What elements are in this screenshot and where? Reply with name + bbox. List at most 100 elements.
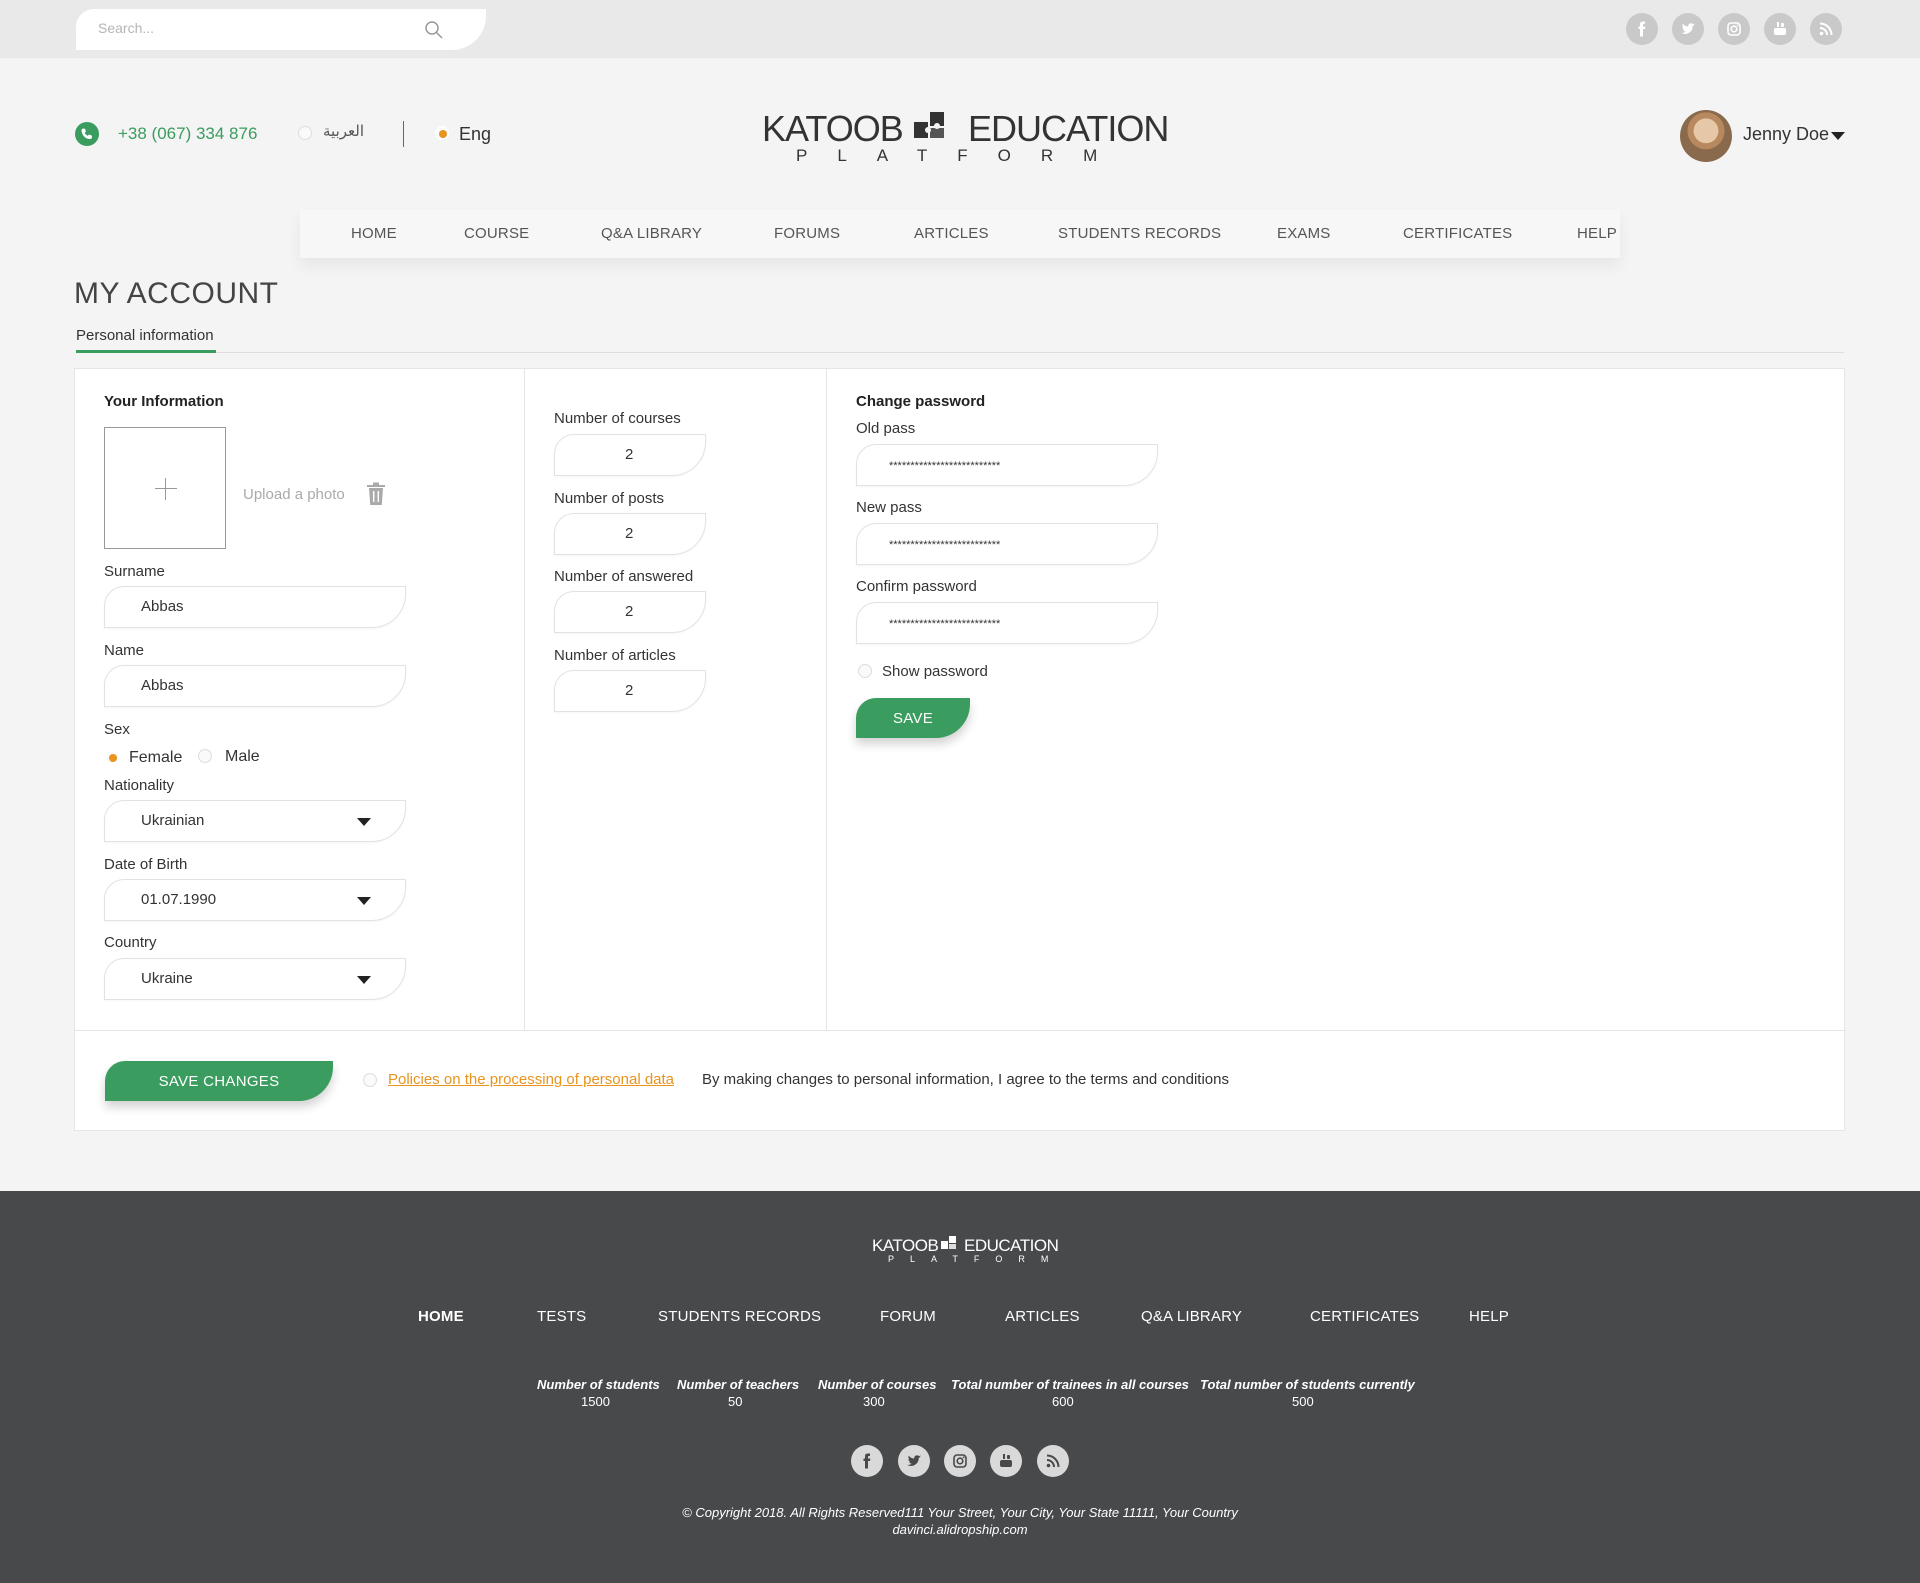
twitter-icon[interactable] xyxy=(898,1445,930,1477)
change-password-heading: Change password xyxy=(856,393,986,410)
your-information-heading: Your Information xyxy=(104,393,224,410)
footer-nav-certificates[interactable]: CERTIFICATES xyxy=(1310,1308,1419,1325)
column-divider xyxy=(826,368,827,1030)
courses-count-label: Number of courses xyxy=(554,410,681,427)
nav-certificates[interactable]: CERTIFICATES xyxy=(1403,225,1512,242)
chevron-down-icon xyxy=(357,897,371,905)
footer-nav-forum[interactable]: FORUM xyxy=(880,1308,936,1325)
nav-home[interactable]: HOME xyxy=(351,225,397,242)
rss-icon[interactable] xyxy=(1810,13,1842,45)
confirm-pass-field[interactable]: ************************** xyxy=(856,602,1158,644)
courses-count-value: 2 xyxy=(625,446,634,463)
policy-link[interactable]: Policies on the processing of personal d… xyxy=(388,1071,674,1088)
save-password-button[interactable]: SAVE xyxy=(856,698,970,738)
footer-nav-students-records[interactable]: STUDENTS RECORDS xyxy=(658,1308,821,1325)
footer-nav-home[interactable]: HOME xyxy=(418,1308,464,1325)
lang-radio-arabic[interactable] xyxy=(298,126,312,140)
surname-label: Surname xyxy=(104,563,165,580)
save-changes-button[interactable]: SAVE CHANGES xyxy=(105,1061,333,1101)
youtube-icon[interactable] xyxy=(990,1445,1022,1477)
footer-nav-qa-library[interactable]: Q&A LIBRARY xyxy=(1141,1308,1242,1325)
show-password-label[interactable]: Show password xyxy=(882,663,988,680)
posts-count-label: Number of posts xyxy=(554,490,665,507)
lang-radio-english[interactable] xyxy=(435,126,449,140)
chevron-down-icon[interactable] xyxy=(1831,132,1845,140)
logo[interactable]: KATOOB EDUCATION PLATFORM xyxy=(760,108,1169,168)
dob-select[interactable]: 01.07.1990 xyxy=(104,879,406,921)
agree-text: By making changes to personal informatio… xyxy=(702,1071,1229,1088)
tab-divider xyxy=(76,352,1844,353)
instagram-icon[interactable] xyxy=(944,1445,976,1477)
facebook-icon[interactable] xyxy=(1626,13,1658,45)
stat-trainees-value: 600 xyxy=(1052,1394,1074,1409)
instagram-icon[interactable] xyxy=(1718,13,1750,45)
column-divider xyxy=(524,368,525,1030)
footer-logo-text-right: EDUCATION xyxy=(964,1236,1059,1255)
upload-photo-link[interactable]: Upload a photo xyxy=(243,486,345,503)
sex-male-label[interactable]: Male xyxy=(225,748,260,766)
show-password-checkbox[interactable] xyxy=(858,664,872,678)
lang-english-label[interactable]: Eng xyxy=(459,124,491,145)
user-name[interactable]: Jenny Doe xyxy=(1743,124,1829,145)
sex-female-label[interactable]: Female xyxy=(129,749,182,767)
nav-forums[interactable]: FORUMS xyxy=(774,225,840,242)
main-nav: HOME COURSE Q&A LIBRARY FORUMS ARTICLES … xyxy=(300,210,1620,258)
articles-count-field: 2 xyxy=(554,670,706,712)
sex-male-radio[interactable] xyxy=(198,749,212,763)
search-input[interactable] xyxy=(98,20,428,36)
site-url[interactable]: davinci.alidropship.com xyxy=(560,1522,1360,1537)
stat-students-value: 1500 xyxy=(581,1394,610,1409)
nav-course[interactable]: COURSE xyxy=(464,225,529,242)
logo-text-right: EDUCATION xyxy=(968,108,1169,149)
answered-count-value: 2 xyxy=(625,603,634,620)
new-pass-label: New pass xyxy=(856,499,922,516)
tab-active-indicator xyxy=(76,350,216,353)
footer-nav-help[interactable]: HELP xyxy=(1469,1308,1509,1325)
lang-separator xyxy=(403,121,404,147)
footer-logo-text-left: KATOOB xyxy=(872,1236,939,1255)
nav-students-records[interactable]: STUDENTS RECORDS xyxy=(1058,225,1221,242)
logo-subtitle: PLATFORM xyxy=(796,146,1128,165)
logo-text-left: KATOOB xyxy=(762,108,904,149)
facebook-icon[interactable] xyxy=(851,1445,883,1477)
answered-count-label: Number of answered xyxy=(554,568,694,585)
twitter-icon[interactable] xyxy=(1672,13,1704,45)
copyright-text: © Copyright 2018. All Rights Reserved111… xyxy=(682,1505,1238,1520)
old-pass-value: ************************** xyxy=(889,460,1001,472)
nav-articles[interactable]: ARTICLES xyxy=(914,225,989,242)
rss-icon[interactable] xyxy=(1037,1445,1069,1477)
nationality-select[interactable]: Ukrainian xyxy=(104,800,406,842)
articles-count-value: 2 xyxy=(625,682,634,699)
trash-icon[interactable] xyxy=(366,482,386,506)
search-icon[interactable] xyxy=(424,20,444,40)
phone-number[interactable]: +38 (067) 334 876 xyxy=(118,124,257,144)
nav-exams[interactable]: EXAMS xyxy=(1277,225,1331,242)
nav-help[interactable]: HELP xyxy=(1577,225,1617,242)
tab-personal-information[interactable]: Personal information xyxy=(76,327,214,344)
old-pass-label: Old pass xyxy=(856,420,916,437)
stat-teachers-value: 50 xyxy=(728,1394,743,1409)
confirm-pass-value: ************************** xyxy=(889,618,1001,630)
phone-icon xyxy=(75,122,99,146)
sex-female-radio[interactable] xyxy=(105,750,119,764)
name-field[interactable]: Abbas xyxy=(104,665,406,707)
footer-logo-subtitle: PLATFORM xyxy=(888,1254,1065,1264)
surname-field[interactable]: Abbas xyxy=(104,586,406,628)
lang-arabic-label[interactable]: العربية xyxy=(323,122,364,140)
old-pass-field[interactable]: ************************** xyxy=(856,444,1158,486)
policy-checkbox[interactable] xyxy=(363,1073,377,1087)
row-divider xyxy=(74,1030,1845,1031)
photo-upload-box[interactable] xyxy=(104,427,226,549)
nav-qa-library[interactable]: Q&A LIBRARY xyxy=(601,225,702,242)
footer-nav-articles[interactable]: ARTICLES xyxy=(1005,1308,1080,1325)
posts-count-field: 2 xyxy=(554,513,706,555)
avatar[interactable] xyxy=(1680,110,1732,162)
courses-count-field: 2 xyxy=(554,434,706,476)
footer-logo[interactable]: KATOOB EDUCATION PLATFORM xyxy=(870,1234,1060,1264)
youtube-icon[interactable] xyxy=(1764,13,1796,45)
country-select[interactable]: Ukraine xyxy=(104,958,406,1000)
new-pass-field[interactable]: ************************** xyxy=(856,523,1158,565)
chevron-down-icon xyxy=(357,976,371,984)
footer-nav-tests[interactable]: TESTS xyxy=(537,1308,586,1325)
search-box[interactable] xyxy=(76,9,486,50)
